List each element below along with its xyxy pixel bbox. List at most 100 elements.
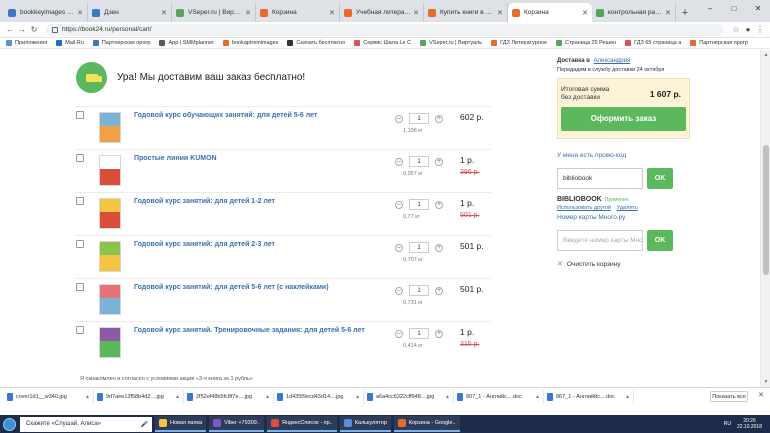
chevron-up-icon[interactable]: ▲: [625, 394, 630, 400]
taskbar-app[interactable]: Новая папка: [155, 416, 207, 432]
forward-arrow-icon[interactable]: →: [16, 25, 28, 34]
decrease-quantity-button[interactable]: –: [395, 243, 403, 252]
bookmark-item[interactable]: App | SMMplanner: [159, 40, 214, 46]
bookmark-item[interactable]: Партнерская прогр: [690, 40, 748, 46]
back-arrow-icon[interactable]: ←: [4, 25, 16, 34]
chevron-up-icon[interactable]: ▲: [445, 394, 450, 400]
taskbar-search[interactable]: Скажите «Слушай, Алиса» 🎤: [20, 416, 152, 432]
close-tab-icon[interactable]: ✕: [413, 9, 419, 17]
increase-quantity-button[interactable]: +: [435, 243, 443, 252]
close-tab-icon[interactable]: ✕: [497, 9, 503, 17]
loyalty-card-input[interactable]: [557, 230, 643, 251]
loyalty-card-link[interactable]: Номер карты Много.ру: [557, 214, 692, 221]
increase-quantity-button[interactable]: +: [435, 114, 443, 123]
book-cover-image[interactable]: [99, 112, 121, 143]
decrease-quantity-button[interactable]: –: [395, 157, 403, 166]
decrease-quantity-button[interactable]: –: [395, 114, 403, 123]
browser-tab[interactable]: Учебная литература✕: [340, 3, 424, 22]
item-title-link[interactable]: Годовой курс занятий: для детей 5-6 лет …: [134, 284, 374, 291]
bookmark-item[interactable]: Mail.Ru: [56, 40, 84, 46]
item-checkbox[interactable]: [76, 197, 84, 205]
close-tab-icon[interactable]: ✕: [77, 9, 83, 17]
start-button[interactable]: [0, 415, 18, 433]
item-title-link[interactable]: Годовой курс занятий. Тренировочные зада…: [134, 327, 374, 334]
decrease-quantity-button[interactable]: –: [395, 329, 403, 338]
quantity-input[interactable]: 1: [409, 199, 429, 210]
decrease-quantity-button[interactable]: –: [395, 200, 403, 209]
browser-tab[interactable]: контрольная работа по✕: [592, 3, 676, 22]
chevron-up-icon[interactable]: ▲: [85, 394, 90, 400]
bookmark-item[interactable]: Партнерская прогр: [92, 40, 150, 46]
browser-tab[interactable]: VSeper.ru | Виртуальный✕: [172, 3, 256, 22]
chevron-up-icon[interactable]: ▲: [355, 394, 360, 400]
maximize-icon[interactable]: □: [722, 0, 746, 16]
book-cover-image[interactable]: [99, 241, 121, 272]
download-item[interactable]: cover1d1__w340.jpg ▲: [4, 389, 94, 404]
item-checkbox[interactable]: [76, 154, 84, 162]
browser-tab[interactable]: bookkeyimages | Book24✕: [4, 3, 88, 22]
quantity-input[interactable]: 1: [409, 113, 429, 124]
item-checkbox[interactable]: [76, 283, 84, 291]
decrease-quantity-button[interactable]: –: [395, 286, 403, 295]
bookmark-item[interactable]: VSeper.ru | Виртуаль: [420, 40, 482, 46]
chevron-up-icon[interactable]: ▲: [175, 394, 180, 400]
close-downloads-icon[interactable]: ✕: [758, 391, 764, 399]
minimize-icon[interactable]: –: [698, 0, 722, 16]
chevron-up-icon[interactable]: ▲: [265, 394, 270, 400]
promo-code-input[interactable]: [557, 168, 643, 189]
quantity-input[interactable]: 1: [409, 285, 429, 296]
bookmark-item[interactable]: bookaptreinimages: [222, 40, 278, 46]
increase-quantity-button[interactable]: +: [435, 329, 443, 338]
account-icon[interactable]: ●: [742, 25, 754, 34]
item-checkbox[interactable]: [76, 240, 84, 248]
menu-icon[interactable]: ⋮: [754, 25, 766, 34]
book-cover-image[interactable]: [99, 327, 121, 358]
microphone-icon[interactable]: 🎤: [141, 421, 148, 428]
increase-quantity-button[interactable]: +: [435, 157, 443, 166]
book-cover-image[interactable]: [99, 284, 121, 315]
item-title-link[interactable]: Годовой курс обучающих занятий: для дете…: [134, 112, 374, 119]
increase-quantity-button[interactable]: +: [435, 286, 443, 295]
download-item[interactable]: 807_1 - Английс....doc ▲: [454, 389, 544, 404]
close-tab-icon[interactable]: ✕: [329, 9, 335, 17]
book-cover-image[interactable]: [99, 155, 121, 186]
scroll-up-icon[interactable]: ▲: [761, 50, 770, 60]
item-title-link[interactable]: Годовой курс занятий: для детей 1-2 лет: [134, 198, 374, 205]
promo-code-link[interactable]: У меня есть промо-код: [557, 152, 692, 159]
quantity-input[interactable]: 1: [409, 242, 429, 253]
close-tab-icon[interactable]: ✕: [161, 9, 167, 17]
bookmark-item[interactable]: Страница 25 Решен: [556, 40, 616, 46]
page-scrollbar[interactable]: ▲ ▼: [760, 50, 770, 387]
remove-coupon-link[interactable]: Удалить: [617, 205, 638, 211]
bookmark-item[interactable]: Сервис Шала Le C: [354, 40, 411, 46]
promo-ok-button[interactable]: OK: [647, 168, 673, 189]
bookmark-item[interactable]: Приложения: [6, 40, 47, 46]
item-checkbox[interactable]: [76, 111, 84, 119]
taskbar-app[interactable]: Калькулятор: [339, 416, 391, 432]
quantity-input[interactable]: 1: [409, 156, 429, 167]
bookmark-item[interactable]: Скачать бесплатно: [287, 40, 345, 46]
delivery-city-link[interactable]: Александрия: [594, 58, 631, 64]
item-title-link[interactable]: Простые линии KUMON: [134, 155, 374, 162]
quantity-input[interactable]: 1: [409, 328, 429, 339]
new-tab-button[interactable]: +: [676, 3, 694, 22]
close-tab-icon[interactable]: ✕: [582, 9, 588, 17]
close-window-icon[interactable]: ✕: [746, 0, 770, 16]
item-title-link[interactable]: Годовой курс занятий: для детей 2-3 лет: [134, 241, 374, 248]
scrollbar-thumb[interactable]: [763, 145, 769, 275]
browser-tab[interactable]: Корзина ✕: [508, 3, 592, 22]
use-other-coupon-link[interactable]: Использовать другой: [557, 205, 611, 211]
download-item[interactable]: 867_1 - Английйс....doc ▲: [544, 389, 634, 404]
download-item[interactable]: 9d7aee13f58b4d2....jpg ▲: [94, 389, 184, 404]
taskbar-app[interactable]: Viber +79309..: [209, 416, 264, 432]
browser-tab[interactable]: Корзина ✕: [256, 3, 340, 22]
browser-tab[interactable]: Купить книги в интернет✕: [424, 3, 508, 22]
checkout-button[interactable]: Оформить заказ: [561, 107, 686, 131]
download-item[interactable]: 2f52ef48b5fc8f7e....jpg ▲: [184, 389, 274, 404]
reload-icon[interactable]: ↻: [28, 25, 40, 34]
taskbar-app[interactable]: Корзина - Google..: [393, 416, 460, 432]
taskbar-app[interactable]: ЯндексСписок - пр..: [266, 416, 337, 432]
show-all-downloads-button[interactable]: Показать все: [710, 391, 748, 402]
bookmark-item[interactable]: ГДЗ Литературное: [491, 40, 547, 46]
item-checkbox[interactable]: [76, 326, 84, 334]
